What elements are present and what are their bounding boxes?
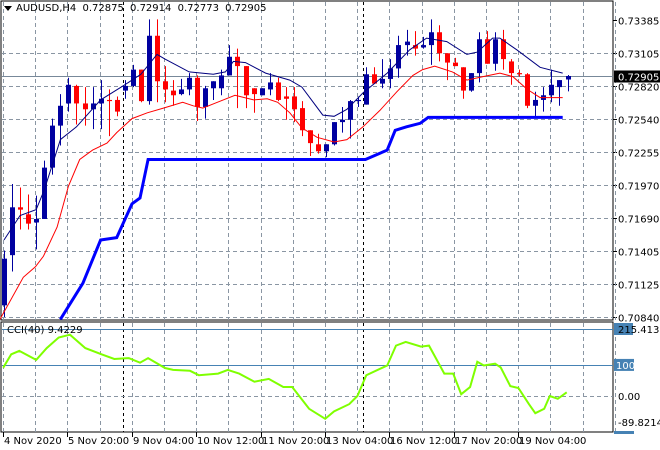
candle-body: [74, 85, 79, 104]
candle-body: [211, 81, 216, 89]
candle-body: [260, 88, 265, 96]
candle-body: [356, 99, 361, 102]
candle-body: [252, 88, 257, 95]
cci-100-label: 100: [616, 361, 635, 372]
cci-top-label: 215.413: [618, 325, 659, 336]
candle-body: [557, 80, 562, 88]
candle-body: [179, 89, 184, 95]
candle-body: [163, 81, 168, 90]
candle-body: [316, 144, 321, 152]
candle-body: [284, 96, 289, 99]
cci-panel: [0, 321, 614, 433]
current-price-label: 0.72905: [618, 73, 659, 84]
candle-body: [2, 258, 7, 306]
time-axis-label: 11 Nov 20:00: [262, 436, 329, 447]
time-axis-label: 9 Nov 04:00: [133, 436, 194, 447]
low-price: 0.72773: [177, 3, 219, 14]
candle-body: [549, 84, 554, 96]
time-axis-label: 5 Nov 20:00: [68, 436, 129, 447]
price-axis-label: 0.71125: [618, 281, 659, 292]
candle-body: [187, 77, 192, 90]
price-axis-label: 0.70840: [618, 314, 659, 325]
candle-body: [195, 77, 200, 107]
cci-value: 9.4229: [47, 325, 83, 336]
candle-body: [26, 214, 31, 224]
candle-body: [34, 218, 39, 223]
candle-body: [18, 207, 23, 210]
price-axis-label: 0.72255: [618, 149, 659, 160]
chart-canvas[interactable]: 0.73385 0.73105 0.72820 0.72540 0.72255 0.719…: [0, 0, 660, 450]
candle-body: [437, 32, 442, 54]
chart-header: AUDUSD,H4 0.72875 0.72914 0.72773 0.7290…: [4, 3, 269, 14]
candle-body: [50, 125, 55, 168]
candle-body: [292, 96, 297, 110]
close-price: 0.72905: [225, 3, 267, 14]
candle-body: [10, 207, 15, 256]
candle-body: [566, 76, 571, 80]
price-axis-label: 0.72540: [618, 116, 659, 127]
price-axis-label: 0.72820: [618, 83, 659, 94]
candle-body: [203, 88, 208, 107]
time-axis-label: 16 Nov 12:00: [390, 436, 457, 447]
cci-zero-label: 0.00: [618, 392, 640, 403]
candle-body: [421, 45, 426, 48]
high-price: 0.72914: [130, 3, 172, 14]
candle-body: [83, 103, 88, 110]
candle-body: [477, 39, 482, 74]
symbol-label: AUDUSD,H4: [16, 3, 77, 14]
candle-body: [445, 53, 450, 63]
price-axis-label: 0.73105: [618, 50, 659, 61]
candle: [260, 88, 265, 96]
candle: [469, 73, 474, 92]
candle-body: [396, 45, 401, 69]
candle-body: [66, 84, 71, 104]
time-axis-label: 17 Nov 20:00: [455, 436, 522, 447]
candle-body: [155, 35, 160, 82]
candle-body: [533, 99, 538, 106]
candle-body: [276, 82, 281, 100]
time-axis-label: 10 Nov 12:00: [197, 436, 264, 447]
candle-body: [469, 73, 474, 91]
cci-bottom-badge: [614, 431, 634, 434]
price-axis-label: 0.73385: [618, 17, 659, 28]
candle-body: [493, 39, 498, 64]
candle-body: [517, 73, 522, 75]
candle-body: [453, 62, 458, 67]
candle-body: [268, 82, 273, 90]
cci-name: CCI(40): [7, 325, 45, 336]
candle-body: [107, 99, 112, 102]
cci-bottom-label: -89.8214: [618, 418, 660, 429]
time-axis-label: 4 Nov 2020: [4, 436, 62, 447]
candle-body: [58, 105, 63, 126]
candle-body: [405, 41, 410, 46]
candle: [50, 118, 55, 175]
candle-body: [171, 90, 176, 96]
time-axis-label: 13 Nov 04:00: [326, 436, 393, 447]
candle-body: [147, 35, 152, 102]
candle-body: [509, 61, 514, 74]
price-axis-label: 0.71690: [618, 215, 659, 226]
candle-body: [324, 144, 329, 152]
candle-body: [115, 99, 120, 112]
candle-body: [123, 85, 128, 91]
price-axis-label: 0.71970: [618, 182, 659, 193]
candle-body: [244, 66, 249, 96]
candle-body: [340, 119, 345, 123]
open-price: 0.72875: [82, 3, 124, 14]
cci-indicator-label: CCI(40) 9.4229: [7, 325, 83, 336]
candle-body: [380, 78, 385, 84]
candle-body: [219, 75, 224, 89]
chevron-down-icon[interactable]: [4, 5, 12, 11]
time-axis-label: 19 Nov 04:00: [519, 436, 586, 447]
candle-body: [332, 122, 337, 145]
price-axis-label: 0.71405: [618, 248, 659, 259]
